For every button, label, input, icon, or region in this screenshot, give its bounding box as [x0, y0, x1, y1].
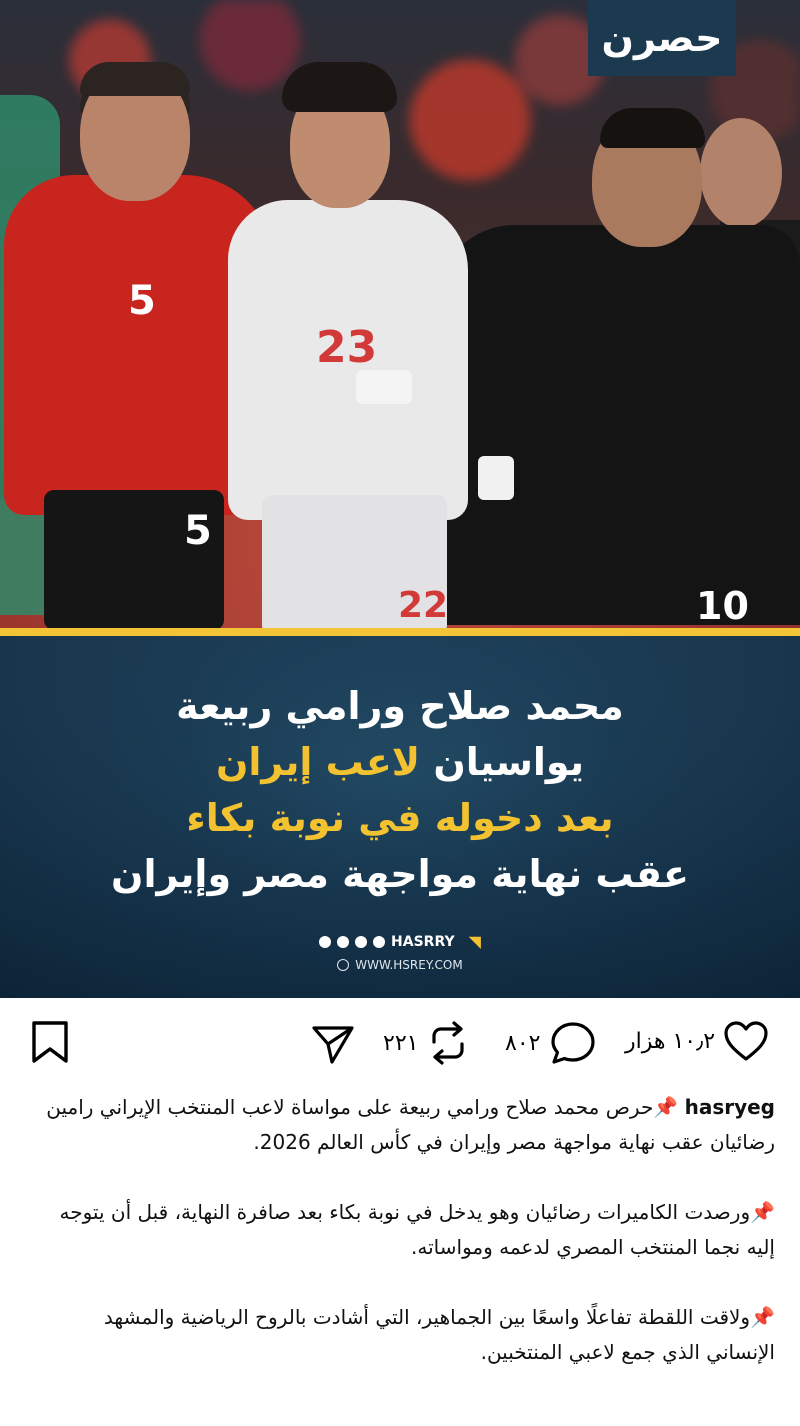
repost-icon[interactable]: [426, 1020, 470, 1066]
caption-paragraph-1: hasryeg 📌حرص محمد صلاح ورامي ربيعة على م…: [30, 1090, 775, 1160]
shorts-number: 22: [398, 585, 449, 626]
facebook-icon: [319, 935, 332, 948]
social-handles: HASRRY ◥: [0, 932, 800, 951]
jersey-number: 23: [316, 322, 378, 373]
player-left-hairline: [80, 62, 190, 96]
wrist-tape-right: [478, 456, 514, 500]
website-line: WWW.HSREY.COM: [0, 958, 800, 972]
caption-paragraph-2: 📌ورصدت الكاميرات رضائيان وهو يدخل في نوب…: [59, 1200, 776, 1259]
repost-button[interactable]: ٢٢١: [383, 1020, 470, 1066]
wrist-tape: [356, 370, 412, 404]
headline-line-2-yellow: لاعب إيران: [215, 740, 421, 784]
heart-icon[interactable]: [723, 1020, 769, 1062]
player-middle-hair: [282, 62, 397, 112]
headline-line-4: عقب نهاية مواجهة مصر وإيران: [111, 852, 689, 896]
caption-paragraph-3: 📌ولاقت اللقطة تفاعلًا واسعًا بين الجماهي…: [103, 1305, 775, 1364]
player-right-hair: [600, 108, 705, 148]
caption-text-1: 📌حرص محمد صلاح ورامي ربيعة على مواساة لا…: [46, 1095, 775, 1154]
jersey-number: 5: [128, 278, 156, 324]
website-text: WWW.HSREY.COM: [355, 958, 463, 972]
comment-icon[interactable]: [548, 1020, 598, 1066]
shorts-number: 10: [696, 584, 749, 628]
background-player-head: [700, 118, 782, 228]
player-right-jacket: [435, 225, 800, 625]
comment-button[interactable]: ٨٠٢: [505, 1020, 598, 1066]
x-icon: [337, 935, 350, 948]
youtube-icon: [373, 935, 386, 948]
brand-logo: حصرن: [588, 0, 736, 76]
headline-line-2: يواسيان لاعب إيران: [0, 736, 800, 788]
social-handle-text: HASRRY: [391, 933, 455, 950]
globe-icon: [337, 959, 350, 971]
comment-count: ٨٠٢: [505, 1030, 541, 1056]
repost-count: ٢٢١: [383, 1030, 419, 1056]
headline-line-2-white: يواسيان: [433, 740, 585, 784]
like-button[interactable]: ١٠٫٢ هزار: [625, 1020, 769, 1062]
post-caption: hasryeg 📌حرص محمد صلاح ورامي ربيعة على م…: [30, 1090, 775, 1405]
headline-line-1: محمد صلاح ورامي ربيعة: [176, 684, 624, 728]
like-count: ١٠٫٢ هزار: [625, 1028, 716, 1054]
logo-text: حصرن: [601, 16, 723, 60]
headline-line-3: بعد دخوله في نوبة بكاء: [186, 796, 614, 840]
bookmark-icon[interactable]: [30, 1020, 70, 1064]
send-icon[interactable]: [310, 1022, 356, 1066]
shorts-number: 5: [184, 508, 212, 554]
brand-mark-icon: ◥: [468, 932, 481, 951]
caption-username[interactable]: hasryeg: [685, 1095, 775, 1119]
instagram-icon: [355, 935, 368, 948]
post-photo[interactable]: 5 5 23 22 10: [0, 0, 800, 628]
